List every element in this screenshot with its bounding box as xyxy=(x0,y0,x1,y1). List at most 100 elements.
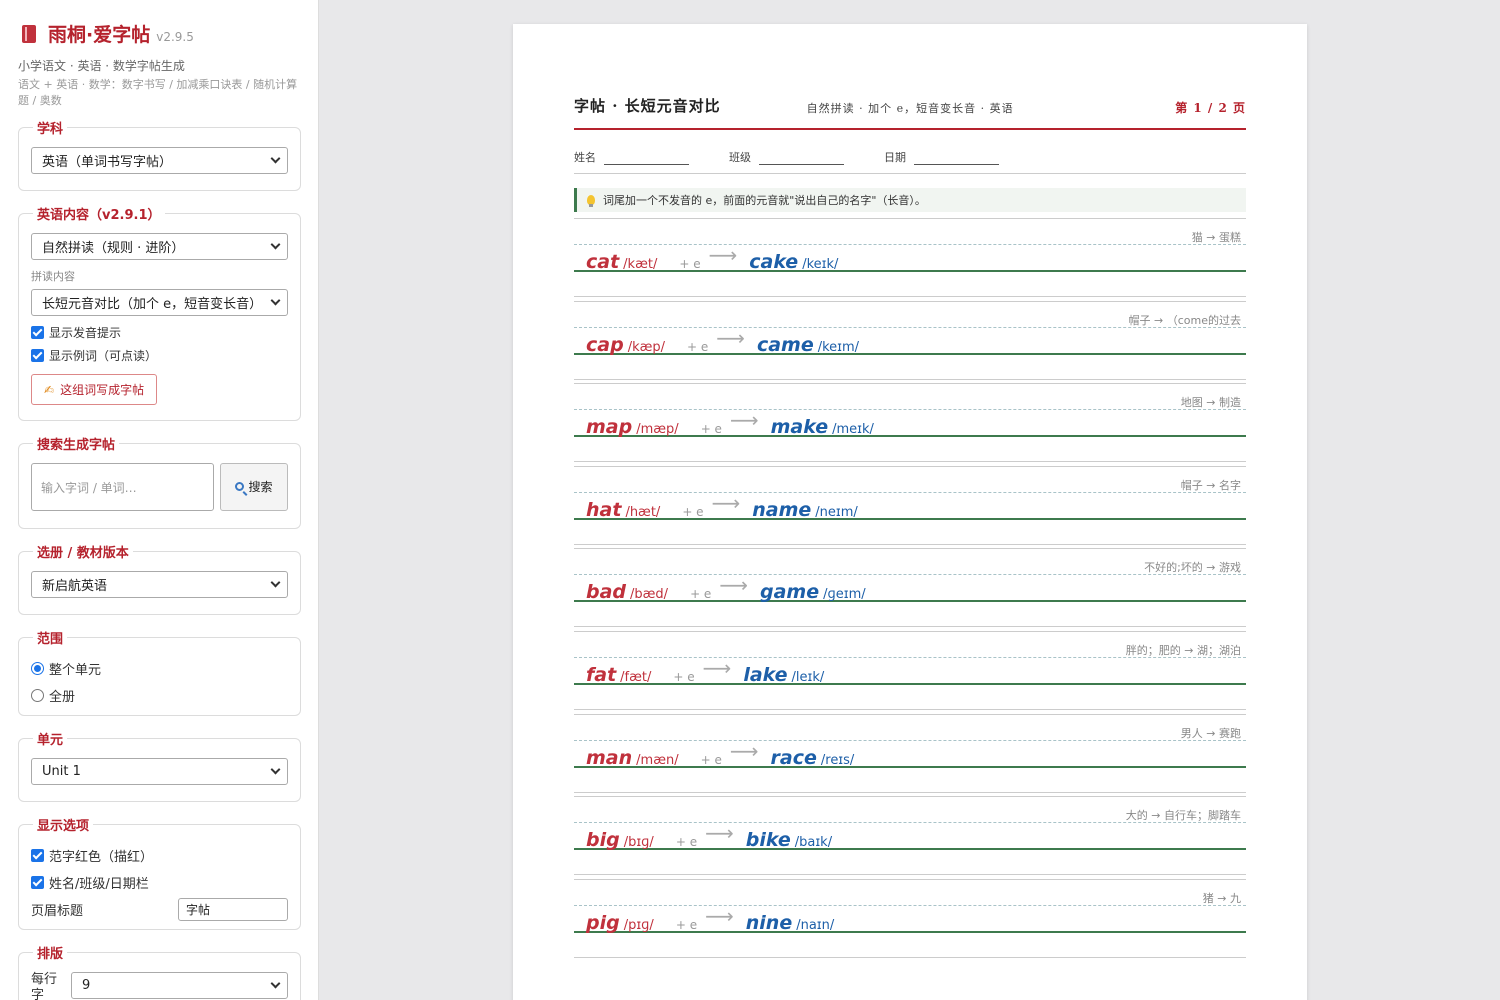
chevron-down-icon xyxy=(270,764,281,775)
long-vowel-word[interactable]: cake xyxy=(749,251,798,273)
short-ipa: /fæt/ xyxy=(620,670,652,685)
sheet-title: 字帖 · 长短元音对比 xyxy=(574,97,721,115)
radio-icon[interactable] xyxy=(31,689,44,702)
short-vowel-word[interactable]: hat xyxy=(586,499,621,521)
checkbox-checked-icon[interactable] xyxy=(31,876,44,889)
red-sample-checkbox[interactable]: 范字红色（描红） xyxy=(31,846,288,865)
short-ipa: /kæp/ xyxy=(627,339,665,355)
long-vowel-word[interactable]: came xyxy=(757,334,814,356)
subject-select[interactable]: 英语（单词书写字帖） xyxy=(31,147,288,174)
checkbox-checked-icon[interactable] xyxy=(31,349,44,362)
search-placeholder: 输入字词 / 单词… xyxy=(41,480,137,495)
word-row: 地图 → 制造 map/mæp/ + e ⟶ make/meɪk/ xyxy=(574,383,1246,466)
show-hint-checkbox[interactable]: 显示发音提示 xyxy=(31,324,288,341)
worksheet-page: 字帖 · 长短元音对比 自然拼读 · 加个 e，短音变长音 · 英语 第 1 /… xyxy=(513,24,1307,1000)
bottom-line xyxy=(574,461,1246,463)
plus-e-label: + e xyxy=(700,422,722,437)
long-ipa: /naɪn/ xyxy=(796,917,835,933)
per-row-label: 每行字 xyxy=(31,972,58,1000)
arrow-right-icon: ⟶ xyxy=(729,738,759,763)
gloss-text: 男人 → 赛跑 xyxy=(1180,726,1241,740)
short-vowel-word[interactable]: map xyxy=(586,416,632,438)
long-ipa: /meɪk/ xyxy=(832,422,874,438)
word-row: 帽子 → （come的过去 cap/kæp/ + e ⟶ came/keɪm/ xyxy=(574,300,1246,384)
long-vowel-word[interactable]: race xyxy=(771,747,817,769)
header-title-input[interactable]: 字帖 xyxy=(178,898,288,921)
short-vowel-word[interactable]: cat xyxy=(586,251,619,273)
word-row: 猫 → 蛋糕 cat/kæt/ + e ⟶ cake/keɪk/ xyxy=(574,218,1246,301)
short-vowel-word[interactable]: man xyxy=(586,747,632,769)
short-vowel-word[interactable]: bad xyxy=(586,581,626,603)
bottom-line xyxy=(574,874,1246,876)
long-vowel-word[interactable]: bike xyxy=(746,829,791,851)
range-option-all[interactable]: 全册 xyxy=(31,686,288,705)
long-vowel-word[interactable]: game xyxy=(760,581,819,603)
phonics-select[interactable]: 长短元音对比（加个 e，短音变长音） xyxy=(31,289,288,316)
name-bar-checkbox[interactable]: 姓名/班级/日期栏 xyxy=(31,873,288,892)
header-title-value: 字帖 xyxy=(186,903,211,917)
english-mode-select[interactable]: 自然拼读（规则 · 进阶） xyxy=(31,233,288,260)
unit-panel: 单元 Unit 1 xyxy=(18,729,301,802)
range-option-unit[interactable]: 整个单元 xyxy=(31,659,288,678)
midline xyxy=(574,739,1246,741)
radio-selected-icon[interactable] xyxy=(31,662,44,675)
header-title-label: 页眉标题 xyxy=(31,904,84,919)
bottom-line xyxy=(574,791,1246,793)
per-row-value: 9 xyxy=(82,978,91,993)
arrow-right-icon: ⟶ xyxy=(716,325,745,350)
write-sheet-label: 这组词写成字帖 xyxy=(60,383,145,397)
sheet-meta: 自然拼读 · 加个 e，短音变长音 · 英语 xyxy=(806,102,1014,115)
midline xyxy=(574,904,1246,906)
long-vowel-word[interactable]: lake xyxy=(743,664,787,686)
long-vowel-word[interactable]: make xyxy=(771,416,828,438)
per-row-select[interactable]: 9 xyxy=(71,972,288,999)
write-sheet-button[interactable]: ✍ 这组词写成字帖 xyxy=(31,374,158,405)
class-label: 班级 xyxy=(729,150,751,164)
date-field xyxy=(914,153,999,165)
search-button[interactable]: 搜索 xyxy=(220,463,288,511)
show-example-checkbox[interactable]: 显示例词（可点读） xyxy=(31,347,288,364)
range-panel: 范围 整个单元 全册 xyxy=(18,628,301,716)
short-vowel-word[interactable]: cap xyxy=(586,334,624,356)
unit-select[interactable]: Unit 1 xyxy=(31,758,288,785)
chevron-down-icon xyxy=(270,295,281,306)
long-vowel-word[interactable]: name xyxy=(752,499,811,521)
plus-e-label: + e xyxy=(673,670,695,684)
arrow-right-icon: ⟶ xyxy=(705,821,734,846)
chevron-down-icon xyxy=(270,577,281,588)
short-ipa: /mæp/ xyxy=(636,422,679,438)
short-vowel-word[interactable]: fat xyxy=(586,664,616,686)
arrow-right-icon: ⟶ xyxy=(705,903,734,928)
tip-text: 词尾加一个不发音的 e，前面的元音就"说出自己的名字"（长音）。 xyxy=(603,194,926,207)
book-select[interactable]: 新启航英语 xyxy=(31,571,288,598)
midline xyxy=(574,491,1246,493)
name-bar-label: 姓名/班级/日期栏 xyxy=(49,877,149,892)
app-title: 雨桐·爱字帖 xyxy=(48,24,151,46)
long-vowel-word[interactable]: nine xyxy=(746,912,792,934)
short-vowel-word[interactable]: big xyxy=(586,829,620,851)
checkbox-checked-icon[interactable] xyxy=(31,849,44,862)
short-vowel-word[interactable]: pig xyxy=(586,912,620,934)
lightbulb-icon xyxy=(587,195,595,207)
long-ipa: /baɪk/ xyxy=(794,835,833,851)
book-icon xyxy=(22,25,36,43)
subject-select-value: 英语（单词书写字帖） xyxy=(42,155,173,170)
app-subtitle-2: 语文 + 英语 · 数学：数字书写 / 加减乘口诀表 / 随机计算题 / 奥数 xyxy=(18,78,298,107)
plus-e-label: + e xyxy=(690,587,712,602)
english-panel: 英语内容（v2.9.1） 自然拼读（规则 · 进阶） 拼读内容 长短元音对比（加… xyxy=(18,204,301,421)
word-row: 男人 → 赛跑 man/mæn/ + e ⟶ race/reɪs/ xyxy=(574,713,1246,797)
bottom-line xyxy=(574,956,1246,958)
layout-legend: 排版 xyxy=(37,947,64,962)
short-ipa: /hæt/ xyxy=(625,504,661,520)
phonics-label: 拼读内容 xyxy=(31,270,75,283)
gloss-text: 大的 → 自行车；脚踏车 xyxy=(1125,809,1241,823)
arrow-right-icon: ⟶ xyxy=(702,656,732,680)
gloss-text: 帽子 → （come的过去 xyxy=(1128,313,1241,327)
phonics-select-value: 长短元音对比（加个 e，短音变长音） xyxy=(42,297,263,312)
chevron-down-icon xyxy=(270,239,281,250)
midline xyxy=(574,409,1246,411)
subject-legend: 学科 xyxy=(37,122,64,137)
search-input[interactable]: 输入字词 / 单词… xyxy=(31,463,214,511)
checkbox-checked-icon[interactable] xyxy=(31,326,44,339)
gloss-text: 地图 → 制造 xyxy=(1180,396,1241,410)
